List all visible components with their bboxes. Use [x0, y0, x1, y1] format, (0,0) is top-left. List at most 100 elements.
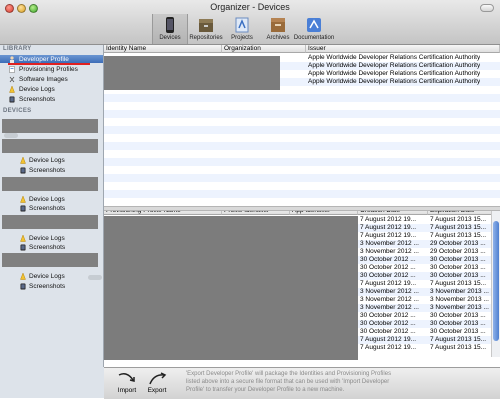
empty-row — [104, 142, 500, 150]
export-button[interactable]: Export — [142, 368, 172, 399]
issuer-cell: Apple Worldwide Developer Relations Cert… — [308, 54, 481, 61]
creation-date-cell: 3 November 2012 ... — [360, 248, 419, 255]
device-logs-icon — [20, 272, 26, 280]
creation-date-cell: 7 August 2012 19... — [360, 224, 417, 231]
scroll-thumb[interactable] — [493, 221, 499, 341]
sidebar-item-label: Device Logs — [19, 85, 55, 93]
creation-date-cell: 30 October 2012 ... — [360, 312, 416, 319]
screenshots-label: Screenshots — [29, 166, 66, 174]
expiration-date-cell: 7 August 2013 15... — [430, 232, 487, 239]
device-logs-item[interactable]: Device Logs — [20, 272, 65, 280]
sidebar-item-label: Software Images — [19, 75, 68, 83]
screenshots-icon — [20, 244, 26, 250]
device-logs-item[interactable]: Device Logs — [20, 195, 65, 203]
column-organization[interactable]: Organization — [222, 45, 306, 53]
screenshots-icon — [20, 205, 26, 211]
tab-projects[interactable]: Projects — [224, 14, 260, 44]
sidebar-item-developer-profile[interactable]: Developer Profile — [0, 55, 103, 63]
empty-row — [104, 150, 500, 158]
creation-date-cell: 7 August 2012 19... — [360, 232, 417, 239]
export-icon — [149, 372, 167, 385]
creation-date-cell: 3 November 2012 ... — [360, 304, 419, 311]
screenshots-item[interactable]: Screenshots — [20, 166, 65, 174]
expiration-date-cell: 3 November 2013 ... — [430, 304, 489, 311]
tab-documentation-label: Documentation — [293, 35, 335, 41]
export-description: 'Export Developer Profile' will package … — [186, 371, 392, 393]
expiration-date-cell: 30 October 2013 ... — [430, 328, 486, 335]
sidebar-item-screenshots[interactable]: Screenshots — [0, 95, 103, 103]
empty-row — [104, 134, 500, 142]
device-logs-label: Device Logs — [29, 195, 65, 203]
tab-archives-label: Archives — [266, 35, 290, 41]
device-logs-icon — [20, 156, 26, 164]
creation-date-cell: 7 August 2012 19... — [360, 344, 417, 351]
creation-date-cell: 3 November 2012 ... — [360, 288, 419, 295]
documentation-icon — [307, 18, 321, 32]
expiration-date-cell: 30 October 2013 ... — [430, 264, 486, 271]
redacted-identities — [104, 56, 280, 90]
sidebar-item-label: Developer Profile — [19, 55, 69, 63]
device-logs-label: Device Logs — [29, 156, 65, 164]
creation-date-cell: 30 October 2012 ... — [360, 320, 416, 327]
creation-date-cell: 3 November 2012 ... — [360, 240, 419, 247]
provisioning-icon — [9, 65, 15, 73]
expiration-date-cell: 7 August 2013 15... — [430, 336, 487, 343]
column-identity-name[interactable]: Identity Name — [104, 45, 222, 53]
redacted-device-name[interactable] — [2, 253, 98, 267]
screenshots-item[interactable]: Screenshots — [20, 204, 65, 212]
device-logs-icon — [20, 234, 26, 242]
import-button[interactable]: Import — [112, 368, 142, 399]
redacted-device-name[interactable] — [2, 139, 98, 153]
empty-row — [104, 166, 500, 174]
tab-archives[interactable]: Archives — [260, 14, 296, 44]
redacted-device-name[interactable] — [2, 177, 98, 191]
tab-projects-label: Projects — [231, 35, 253, 41]
device-logs-item[interactable]: Device Logs — [20, 234, 65, 242]
pane-splitter[interactable] — [104, 206, 500, 211]
import-label: Import — [117, 387, 137, 394]
tab-repositories[interactable]: Repositories — [188, 14, 224, 44]
toolbar-toggle-button[interactable] — [480, 4, 494, 12]
devices-icon — [166, 17, 174, 33]
library-header: LIBRARY — [3, 46, 32, 52]
repositories-icon — [199, 19, 213, 32]
profiles-scrollbar[interactable] — [491, 211, 500, 357]
empty-row — [104, 182, 500, 190]
creation-date-cell: 30 October 2012 ... — [360, 256, 416, 263]
device-logs-item[interactable]: Device Logs — [20, 156, 65, 164]
screenshots-label: Screenshots — [29, 204, 66, 212]
screenshots-item[interactable]: Screenshots — [20, 282, 65, 290]
empty-row — [104, 126, 500, 134]
sidebar-item-label: Provisioning Profiles — [19, 65, 78, 73]
expiration-date-cell: 7 August 2013 15... — [430, 224, 487, 231]
creation-date-cell: 30 October 2012 ... — [360, 328, 416, 335]
screenshots-label: Screenshots — [29, 243, 66, 251]
software-images-icon — [9, 76, 15, 82]
window-title: Organizer - Devices — [210, 2, 290, 12]
expiration-date-cell: 30 October 2013 ... — [430, 272, 486, 279]
creation-date-cell: 30 October 2012 ... — [360, 272, 416, 279]
creation-date-cell: 7 August 2012 19... — [360, 280, 417, 287]
tab-devices[interactable]: Devices — [152, 14, 188, 44]
sidebar: LIBRARY Developer Profile Provisioning P… — [0, 45, 104, 367]
device-logs-icon — [20, 195, 26, 203]
redacted-device-name[interactable] — [2, 119, 98, 133]
toolbar: Devices Repositories Projects Archives D… — [152, 14, 335, 44]
sidebar-item-software-images[interactable]: Software Images — [0, 75, 103, 83]
expiration-date-cell: 30 October 2013 ... — [430, 312, 486, 319]
screenshots-icon — [20, 167, 26, 173]
sidebar-item-device-logs[interactable]: Device Logs — [0, 85, 103, 93]
issuer-cell: Apple Worldwide Developer Relations Cert… — [308, 70, 481, 77]
device-logs-label: Device Logs — [29, 234, 65, 242]
tab-documentation[interactable]: Documentation — [293, 14, 335, 44]
column-issuer[interactable]: Issuer — [306, 45, 500, 53]
empty-row — [104, 94, 500, 102]
issuer-cell: Apple Worldwide Developer Relations Cert… — [308, 62, 481, 69]
sidebar-item-provisioning-profiles[interactable]: Provisioning Profiles — [0, 65, 103, 73]
expiration-date-cell: 7 August 2013 15... — [430, 216, 487, 223]
devices-header: DEVICES — [3, 108, 32, 114]
screenshots-item[interactable]: Screenshots — [20, 243, 65, 251]
creation-date-cell: 7 August 2012 19... — [360, 216, 417, 223]
redacted-device-name[interactable] — [2, 215, 98, 229]
redaction-smudge — [88, 275, 102, 280]
